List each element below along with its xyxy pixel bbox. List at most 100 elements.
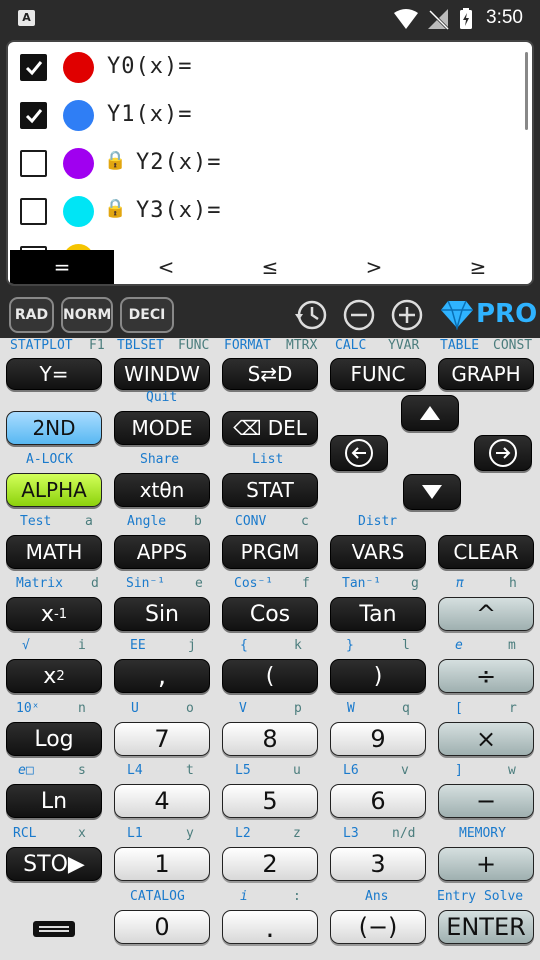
nine-key[interactable]: 9 — [330, 722, 426, 756]
six-key[interactable]: 6 — [330, 784, 426, 818]
up-arrow-icon — [420, 406, 440, 420]
window-key[interactable]: WINDW — [114, 358, 210, 390]
label-f: f — [302, 576, 310, 591]
left-paren-key[interactable]: ( — [222, 659, 318, 693]
sin-key[interactable]: Sin — [114, 597, 210, 631]
down-arrow-icon — [422, 485, 442, 499]
y-equals-key[interactable]: Y= — [6, 358, 102, 390]
color-dot-y3[interactable] — [63, 196, 94, 227]
graph-key[interactable]: GRAPH — [438, 358, 534, 390]
apps-key[interactable]: APPS — [114, 535, 210, 569]
divide-key[interactable]: ÷ — [438, 659, 534, 693]
scrollbar[interactable] — [525, 52, 528, 130]
five-key[interactable]: 5 — [222, 784, 318, 818]
label-f1: F1 — [89, 338, 105, 353]
label-tan-inverse: Tan⁻¹ — [342, 576, 382, 591]
color-dot-y2[interactable] — [63, 148, 94, 179]
label-matrix: Matrix — [16, 576, 63, 591]
zero-key[interactable]: 0 — [114, 910, 210, 944]
equation-row-y2[interactable]: 🔒 Y2(x)= — [8, 140, 528, 188]
relation-selector[interactable]: = < ≤ > ≥ — [8, 250, 532, 284]
down-arrow-key[interactable] — [403, 474, 461, 510]
right-arrow-key[interactable] — [474, 435, 532, 471]
checkbox-y1[interactable] — [20, 102, 47, 129]
xttn-key[interactable]: xtθn — [114, 473, 210, 507]
second-key[interactable]: 2ND — [6, 411, 102, 445]
format-mode-button[interactable]: NORM — [61, 297, 113, 333]
inverse-key[interactable]: x -1 — [6, 597, 102, 631]
equation-label-y3[interactable]: Y3(x)= — [136, 198, 221, 223]
log-key[interactable]: Log — [6, 722, 102, 756]
cos-key[interactable]: Cos — [222, 597, 318, 631]
tan-key[interactable]: Tan — [330, 597, 426, 631]
relation-less-equal[interactable]: ≤ — [218, 250, 322, 284]
three-key[interactable]: 3 — [330, 847, 426, 881]
equation-label-y1[interactable]: Y1(x)= — [107, 102, 192, 127]
mode-key[interactable]: MODE — [114, 411, 210, 445]
stat-key[interactable]: STAT — [222, 473, 318, 507]
equation-row-y3[interactable]: 🔒 Y3(x)= — [8, 188, 528, 236]
decimal-key[interactable]: . — [222, 910, 318, 944]
two-key[interactable]: 2 — [222, 847, 318, 881]
label-b: b — [194, 514, 202, 529]
comma-key[interactable]: , — [114, 659, 210, 693]
zoom-out-icon[interactable] — [342, 298, 376, 332]
eight-key[interactable]: 8 — [222, 722, 318, 756]
label-angle: Angle — [127, 514, 167, 529]
left-arrow-key[interactable] — [330, 435, 388, 471]
math-key[interactable]: MATH — [6, 535, 102, 569]
negative-key[interactable]: (−) — [330, 910, 426, 944]
color-dot-y1[interactable] — [63, 100, 94, 131]
vars-key[interactable]: VARS — [330, 535, 426, 569]
func-key[interactable]: FUNC — [330, 358, 426, 390]
square-key[interactable]: x2 — [6, 659, 102, 693]
four-key[interactable]: 4 — [114, 784, 210, 818]
right-paren-key[interactable]: ) — [330, 659, 426, 693]
label-l4: L4 — [127, 763, 143, 778]
relation-less[interactable]: < — [114, 250, 218, 284]
multiply-key[interactable]: × — [438, 722, 534, 756]
label-e-const: e — [455, 638, 463, 653]
up-arrow-key[interactable] — [401, 395, 459, 431]
relation-greater[interactable]: > — [322, 250, 426, 284]
equation-list-panel[interactable]: Y0(x)= Y1(x)= 🔒 Y2(x)= 🔒 Y3(x)= = < ≤ > … — [6, 40, 534, 286]
history-icon[interactable] — [294, 298, 328, 332]
alpha-key[interactable]: ALPHA — [6, 473, 102, 507]
plus-key[interactable]: + — [438, 847, 534, 881]
label-colon: : — [293, 889, 301, 904]
equation-row-y1[interactable]: Y1(x)= — [8, 92, 528, 140]
keyboard-toggle-icon[interactable] — [33, 921, 75, 937]
checkbox-y2[interactable] — [20, 150, 47, 177]
pro-upgrade-button[interactable]: PRO — [440, 294, 537, 334]
seven-key[interactable]: 7 — [114, 722, 210, 756]
checkbox-y3[interactable] — [20, 198, 47, 225]
minus-key[interactable]: − — [438, 784, 534, 818]
status-icons — [392, 7, 484, 35]
ln-key[interactable]: Ln — [6, 784, 102, 818]
number-mode-button[interactable]: DECI — [120, 297, 174, 333]
prgm-key[interactable]: PRGM — [222, 535, 318, 569]
one-key[interactable]: 1 — [114, 847, 210, 881]
delete-key[interactable]: ⌫ DEL — [222, 411, 318, 445]
lock-icon: 🔒 — [104, 198, 127, 219]
right-arrow-icon — [489, 439, 517, 467]
power-key[interactable]: ^ — [438, 597, 534, 631]
store-key[interactable]: STO▶ — [6, 847, 102, 881]
enter-key[interactable]: ENTER — [438, 910, 534, 944]
color-dot-y0[interactable] — [63, 52, 94, 83]
relation-equal[interactable]: = — [10, 250, 114, 284]
clock: 3:50 — [486, 7, 523, 28]
relation-greater-equal[interactable]: ≥ — [426, 250, 530, 284]
label-c: c — [301, 514, 309, 529]
clear-key[interactable]: CLEAR — [438, 535, 534, 569]
label-l1: L1 — [127, 826, 143, 841]
label-list: List — [252, 452, 284, 467]
label-sin-inverse: Sin⁻¹ — [126, 576, 166, 591]
angle-mode-button[interactable]: RAD — [9, 297, 54, 333]
zoom-in-icon[interactable] — [390, 298, 424, 332]
equation-label-y2[interactable]: Y2(x)= — [136, 150, 221, 175]
equation-label-y0[interactable]: Y0(x)= — [107, 54, 192, 79]
checkbox-y0[interactable] — [20, 54, 47, 81]
equation-row-y0[interactable]: Y0(x)= — [8, 44, 528, 92]
s-d-toggle-key[interactable]: S⇄D — [222, 358, 318, 390]
